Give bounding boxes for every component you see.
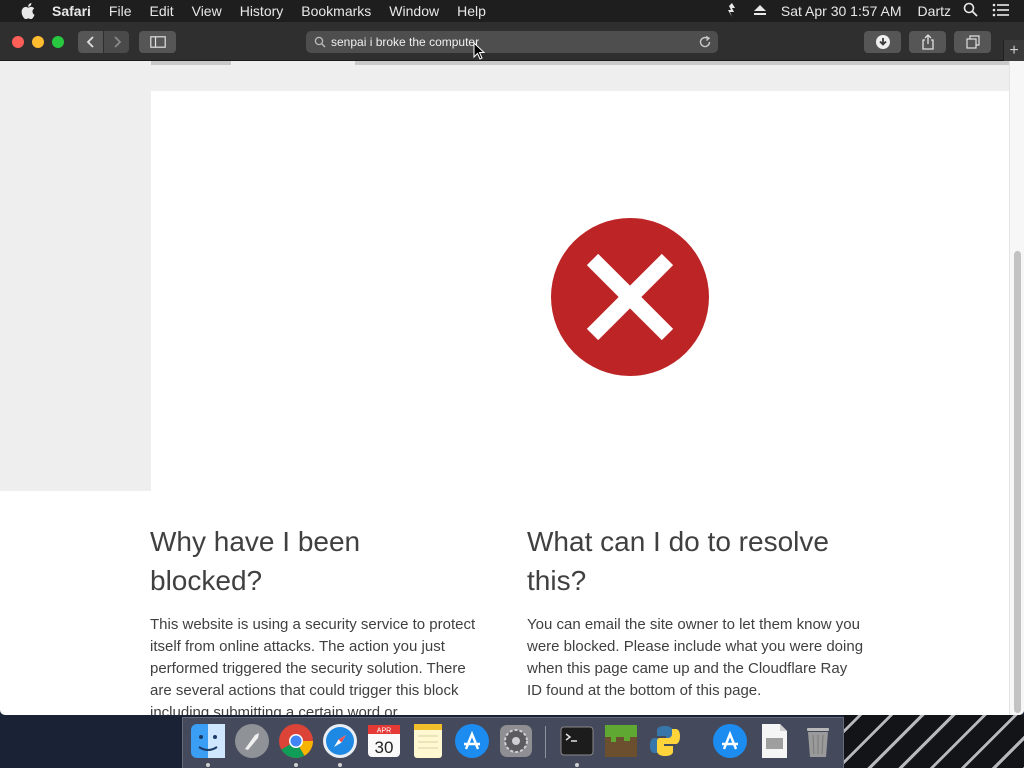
menu-file[interactable]: File <box>109 0 132 22</box>
menu-bookmarks[interactable]: Bookmarks <box>301 0 371 22</box>
menu-bar: Safari File Edit View History Bookmarks … <box>0 0 1024 22</box>
app-store-download-icon[interactable] <box>711 722 749 760</box>
running-indicator <box>206 763 210 767</box>
terminal-icon[interactable] <box>558 722 596 760</box>
notification-center-icon[interactable] <box>992 3 1010 20</box>
error-x-icon <box>551 218 709 376</box>
menu-clock[interactable]: Sat Apr 30 1:57 AM <box>781 3 902 19</box>
system-preferences-icon[interactable] <box>497 722 535 760</box>
running-indicator <box>338 763 342 767</box>
safari-toolbar: senpai i broke the computer <box>0 22 1024 61</box>
python-launcher-icon[interactable] <box>646 722 684 760</box>
sidebar-toggle-button[interactable] <box>139 31 176 53</box>
page-header-bar <box>355 61 1009 65</box>
menu-user[interactable]: Dartz <box>918 3 951 19</box>
finder-icon[interactable] <box>189 722 227 760</box>
mouse-cursor-icon <box>473 42 485 60</box>
fullscreen-window-button[interactable] <box>52 36 64 48</box>
calendar-day: 30 <box>375 738 394 757</box>
vertical-scrollbar[interactable] <box>1009 61 1024 715</box>
menu-history[interactable]: History <box>240 0 284 22</box>
calendar-icon[interactable]: APR 30 <box>365 722 403 760</box>
eject-icon[interactable] <box>753 3 767 19</box>
navigation-buttons <box>78 31 129 53</box>
page-header-bar <box>151 61 231 65</box>
desktop-wallpaper <box>844 715 1024 768</box>
calendar-month: APR <box>377 728 391 735</box>
downloads-button[interactable] <box>864 31 901 53</box>
dock: APR 30 <box>182 717 844 768</box>
show-tabs-button[interactable] <box>954 31 991 53</box>
app-store-icon[interactable] <box>453 722 491 760</box>
apple-menu-icon[interactable] <box>18 3 38 19</box>
why-blocked-heading: Why have I been blocked? <box>150 526 361 596</box>
scrollbar-thumb[interactable] <box>1014 251 1021 713</box>
document-icon[interactable] <box>755 722 793 760</box>
running-indicator <box>294 763 298 767</box>
menu-app-name[interactable]: Safari <box>52 0 91 22</box>
resolve-text: You can email the site owner to let them… <box>527 616 864 699</box>
close-window-button[interactable] <box>12 36 24 48</box>
minimize-window-button[interactable] <box>32 36 44 48</box>
menu-window[interactable]: Window <box>389 0 439 22</box>
page-side-background <box>0 61 151 491</box>
running-indicator <box>575 763 579 767</box>
web-content: Why have I been blocked? This website is… <box>0 61 1024 715</box>
reload-icon[interactable] <box>697 34 713 50</box>
status-app-icon[interactable] <box>725 2 739 21</box>
minecraft-icon[interactable] <box>602 722 640 760</box>
dock-separator <box>545 726 546 758</box>
back-button[interactable] <box>78 31 103 53</box>
resolve-heading: What can I do to resolve this? <box>527 526 829 596</box>
address-text: senpai i broke the computer <box>331 35 480 49</box>
menu-view[interactable]: View <box>192 0 222 22</box>
safari-icon[interactable] <box>321 722 359 760</box>
trash-icon[interactable] <box>799 722 837 760</box>
spotlight-search-icon[interactable] <box>963 2 978 20</box>
forward-button[interactable] <box>104 31 129 53</box>
menu-edit[interactable]: Edit <box>149 0 173 22</box>
notes-icon[interactable] <box>409 722 447 760</box>
page-top-background <box>151 61 1009 91</box>
share-button[interactable] <box>909 31 946 53</box>
launchpad-icon[interactable] <box>233 722 271 760</box>
search-icon <box>314 36 326 48</box>
why-blocked-text: This website is using a security service… <box>150 616 476 715</box>
new-tab-button[interactable]: + <box>1003 40 1024 61</box>
address-bar[interactable]: senpai i broke the computer <box>306 31 718 53</box>
chrome-icon[interactable] <box>277 722 315 760</box>
menu-help[interactable]: Help <box>457 0 486 22</box>
